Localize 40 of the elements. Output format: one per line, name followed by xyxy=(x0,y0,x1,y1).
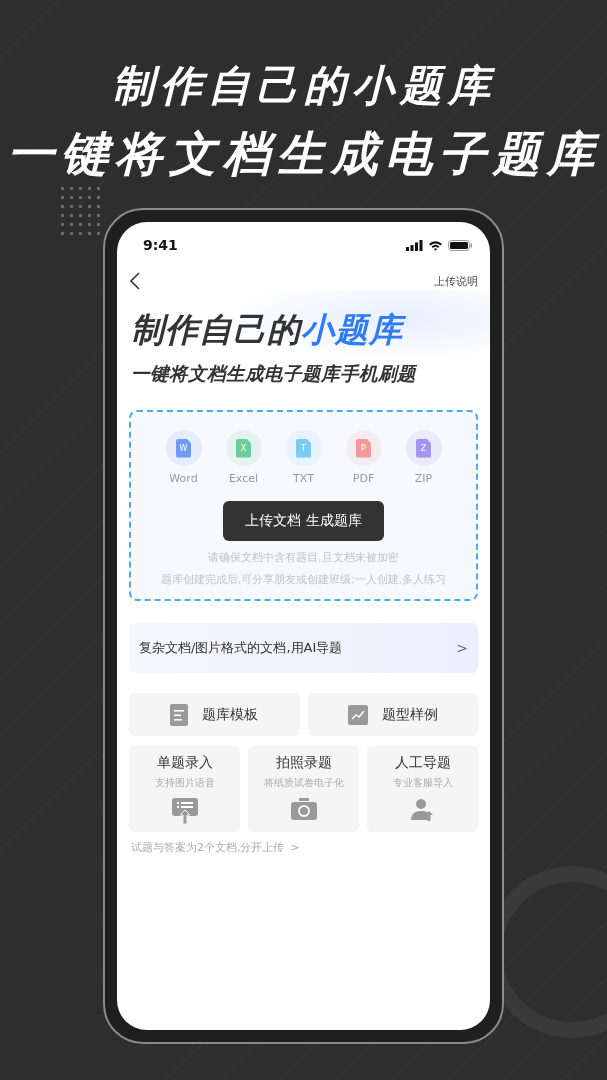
page-title: 制作自己的小题库 xyxy=(131,308,476,353)
shortcut-button[interactable]: 题型样例 xyxy=(307,693,478,736)
method-description: 专业客服导入 xyxy=(392,776,453,790)
ai-import-button[interactable]: 复杂文档/图片格式的文档,用AI导题 > xyxy=(129,623,478,673)
chevron-icon: > xyxy=(290,841,300,854)
back-icon[interactable] xyxy=(129,272,141,290)
page-subtitle: 一键将文档生成电子题库手机刷题 xyxy=(131,362,419,386)
battery-icon xyxy=(448,239,472,251)
person-icon xyxy=(410,798,435,822)
status-time: 9:41 xyxy=(143,237,178,253)
shortcut-button[interactable]: 题库模板 xyxy=(129,693,300,736)
method-description: 支持图片语音 xyxy=(154,776,215,790)
method-title: 人工导题 xyxy=(394,754,451,772)
file-icon: Z xyxy=(416,438,431,458)
file-type-label: PDF xyxy=(352,472,375,485)
chart-icon xyxy=(347,704,368,725)
document-icon xyxy=(170,703,189,726)
headline: 一键将文档生成电子题库 xyxy=(6,130,601,178)
camera-icon xyxy=(290,798,317,820)
file-type-label: Excel xyxy=(228,472,259,485)
file-type-label: Word xyxy=(169,472,198,485)
chevron-icon: > xyxy=(456,640,468,656)
wifi-icon xyxy=(428,239,443,251)
file-icon: P xyxy=(356,438,371,458)
method-card[interactable]: 拍照录题 将纸质试卷电子化 xyxy=(248,746,359,832)
file-icon: W xyxy=(176,438,191,458)
upload-button[interactable]: 上传文档 生成题库 xyxy=(223,501,384,541)
method-title: 拍照录题 xyxy=(275,754,332,772)
file-type-label: TXT xyxy=(293,472,314,485)
signal-icon xyxy=(406,239,423,251)
method-card[interactable]: 人工导题 专业客服导入 xyxy=(367,746,478,832)
method-card[interactable]: 单题录入 支持图片语音 xyxy=(129,746,240,832)
headline: 制作自己的小题库 xyxy=(111,62,496,110)
file-icon: T xyxy=(296,438,311,458)
file-type-label: ZIP xyxy=(414,472,433,485)
method-description: 将纸质试卷电子化 xyxy=(263,776,344,790)
upload-icon xyxy=(171,798,198,824)
method-title: 单题录入 xyxy=(156,754,213,772)
file-icon: X xyxy=(236,438,251,458)
upload-guide-link[interactable]: 上传说明 xyxy=(434,273,478,289)
